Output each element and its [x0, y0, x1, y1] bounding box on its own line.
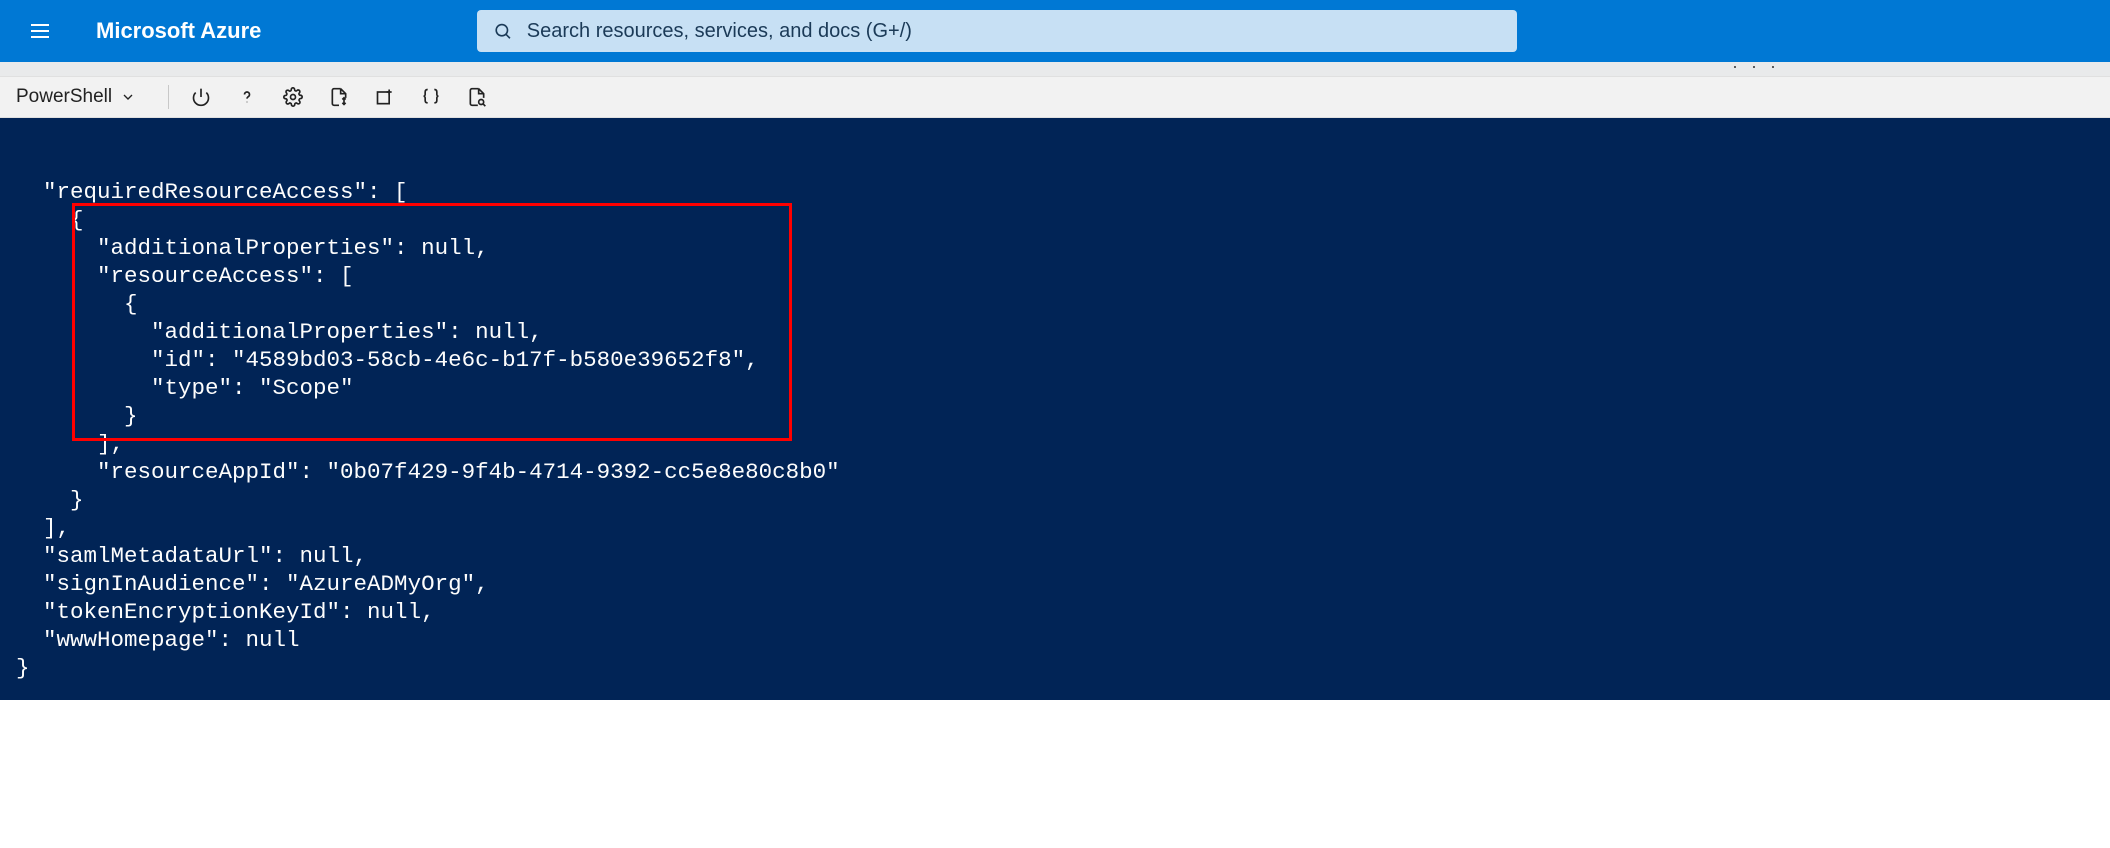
terminal-line: {	[16, 206, 2110, 234]
resize-strip[interactable]: · · ·	[0, 62, 2110, 76]
cloudshell-terminal[interactable]: "requiredResourceAccess": [ { "additiona…	[0, 118, 2110, 700]
terminal-line: }	[16, 486, 2110, 514]
settings-button[interactable]	[279, 83, 307, 111]
gear-icon	[283, 87, 303, 107]
file-transfer-icon	[329, 87, 349, 107]
terminal-line: "samlMetadataUrl": null,	[16, 542, 2110, 570]
shell-selector[interactable]: PowerShell	[16, 86, 150, 108]
terminal-line: "signInAudience": "AzureADMyOrg",	[16, 570, 2110, 598]
azure-header: Microsoft Azure	[0, 0, 2110, 62]
search-container	[477, 10, 1517, 52]
chevron-down-icon	[120, 89, 136, 105]
terminal-line: "type": "Scope"	[16, 374, 2110, 402]
terminal-line: ],	[16, 430, 2110, 458]
terminal-line: "requiredResourceAccess": [	[16, 178, 2110, 206]
terminal-line: }	[16, 654, 2110, 682]
hamburger-icon	[28, 19, 52, 43]
terminal-line: "tokenEncryptionKeyId": null,	[16, 598, 2110, 626]
terminal-line: "additionalProperties": null,	[16, 234, 2110, 262]
help-button[interactable]	[233, 83, 261, 111]
terminal-line: "resourceAppId": "0b07f429-9f4b-4714-939…	[16, 458, 2110, 486]
search-box[interactable]	[477, 10, 1517, 52]
terminal-line: "resourceAccess": [	[16, 262, 2110, 290]
hamburger-menu-button[interactable]	[20, 11, 60, 51]
search-icon	[493, 21, 512, 41]
terminal-line: "id": "4589bd03-58cb-4e6c-b17f-b580e3965…	[16, 346, 2110, 374]
new-tab-icon	[375, 87, 395, 107]
preview-button[interactable]	[463, 83, 491, 111]
file-search-icon	[467, 87, 487, 107]
braces-icon	[421, 87, 441, 107]
restart-button[interactable]	[187, 83, 215, 111]
overflow-dots[interactable]: · · ·	[1732, 56, 1780, 77]
new-session-button[interactable]	[371, 83, 399, 111]
terminal-line: "wwwHomepage": null	[16, 626, 2110, 654]
help-icon	[237, 87, 257, 107]
terminal-line: "additionalProperties": null,	[16, 318, 2110, 346]
terminal-line: ],	[16, 514, 2110, 542]
shell-selector-label: PowerShell	[16, 86, 112, 108]
toolbar-separator	[168, 85, 169, 109]
cloudshell-toolbar: PowerShell	[0, 76, 2110, 118]
power-icon	[191, 87, 211, 107]
terminal-line: {	[16, 290, 2110, 318]
editor-button[interactable]	[417, 83, 445, 111]
upload-download-button[interactable]	[325, 83, 353, 111]
brand-label: Microsoft Azure	[96, 18, 261, 44]
terminal-line: }	[16, 402, 2110, 430]
search-input[interactable]	[527, 20, 1502, 43]
